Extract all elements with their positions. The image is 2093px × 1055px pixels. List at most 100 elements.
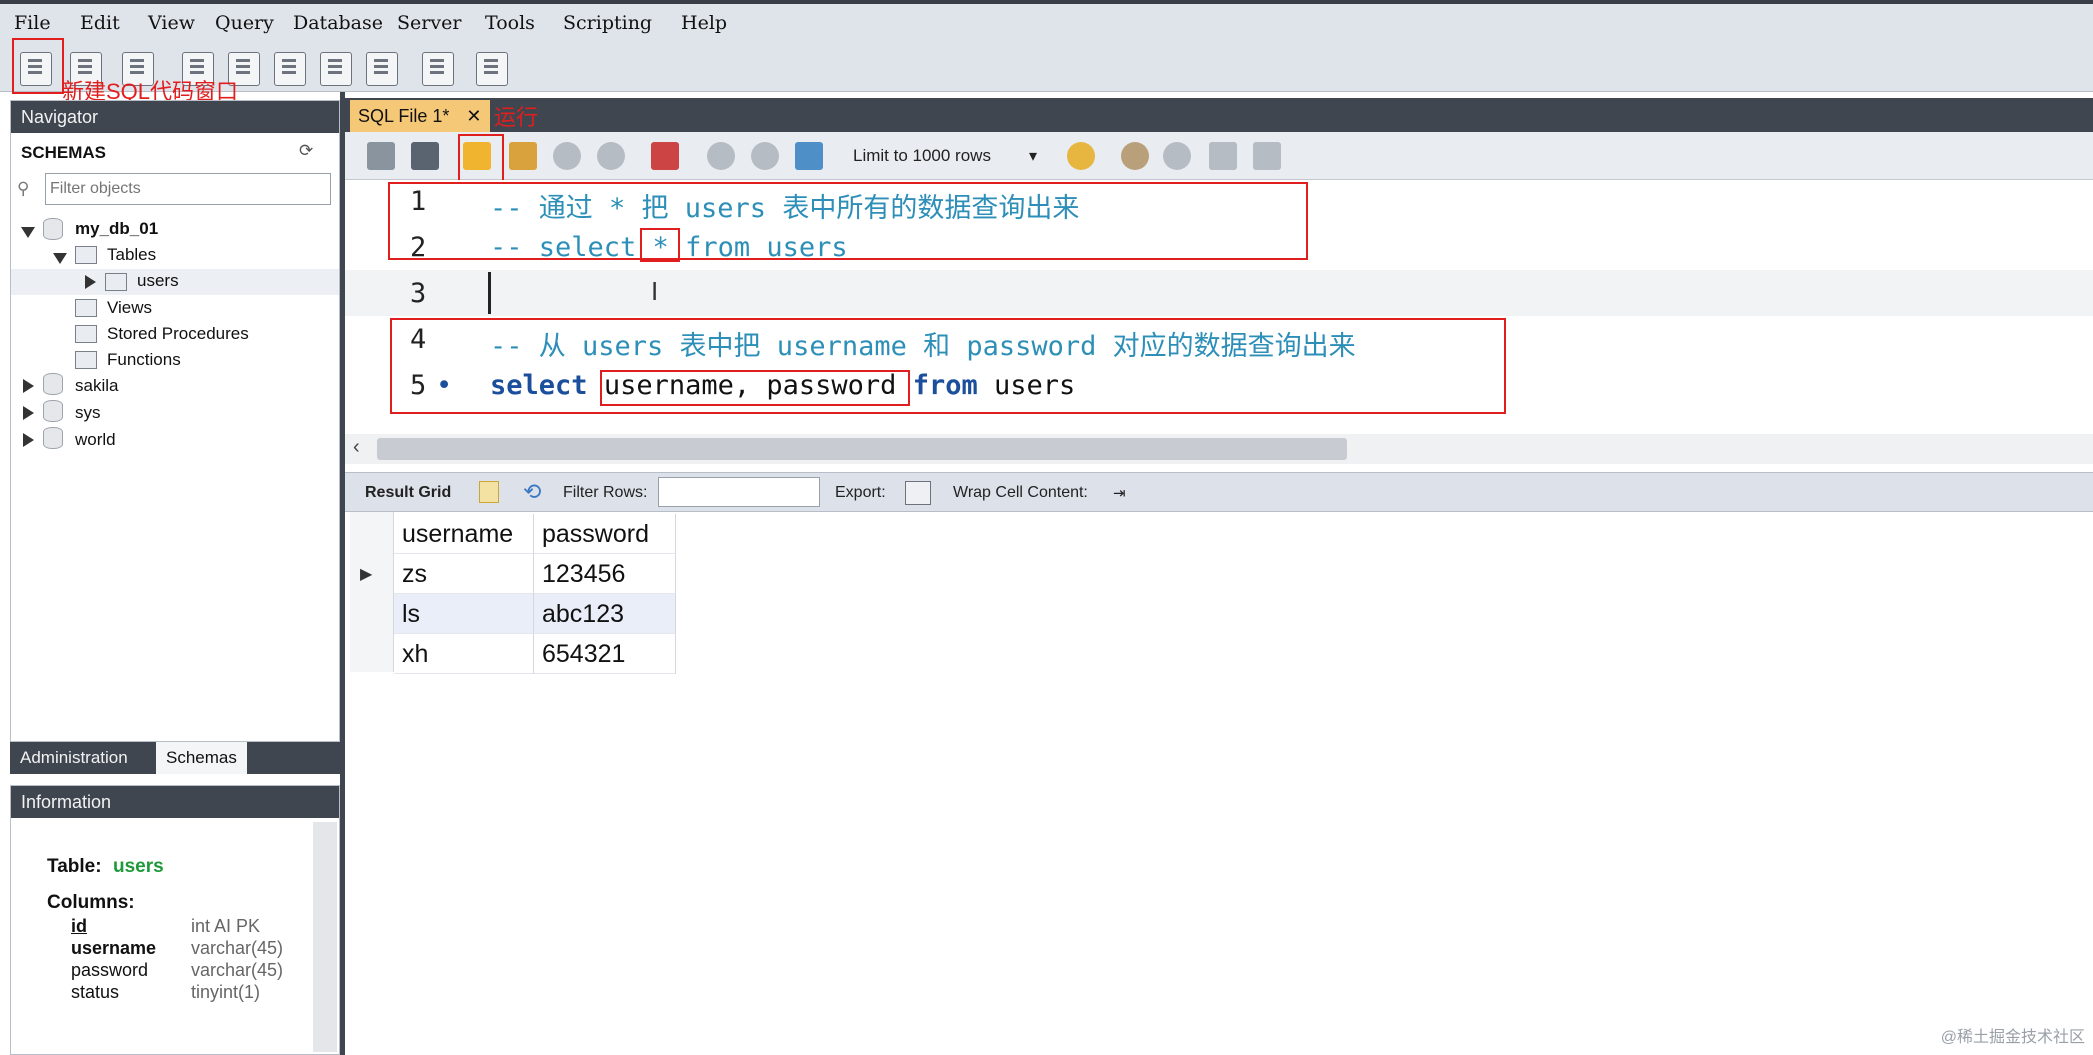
menu-tools[interactable]: Tools — [485, 12, 535, 34]
open-file-icon[interactable] — [367, 142, 395, 170]
schemas-label: SCHEMAS — [21, 143, 107, 162]
sql-file-tab-label: SQL File 1* — [358, 106, 450, 126]
schema-sakila[interactable]: sakila — [75, 376, 118, 396]
stored-procedures-node[interactable]: Stored Procedures — [107, 324, 249, 344]
save-icon[interactable] — [411, 142, 439, 170]
table-users-node[interactable]: users — [137, 271, 179, 291]
info-table-name: users — [113, 856, 164, 877]
close-tab-icon[interactable]: ✕ — [466, 106, 481, 126]
search-icon: ⚲ — [17, 179, 30, 198]
schema-sys[interactable]: sys — [75, 403, 101, 423]
database-icon — [43, 427, 63, 449]
export-label: Export: — [835, 484, 886, 501]
menu-database[interactable]: Database — [293, 12, 383, 34]
functions-node[interactable]: Functions — [107, 350, 181, 370]
cell-password[interactable]: abc123 — [534, 594, 676, 634]
text-cursor — [488, 272, 491, 314]
menu-bar: File Edit View Query Database Server Too… — [0, 0, 2093, 44]
database-icon — [43, 218, 63, 240]
expand-my-db-icon[interactable] — [21, 227, 35, 238]
database-icon — [43, 400, 63, 422]
scrollbar-thumb[interactable] — [377, 438, 1347, 460]
column-header-username[interactable]: username — [394, 514, 534, 554]
cell-password[interactable]: 123456 — [534, 554, 676, 594]
column-id: id — [71, 916, 87, 936]
create-procedure-icon[interactable] — [320, 52, 352, 86]
toggle-error-icon[interactable] — [651, 142, 679, 170]
word-wrap-icon[interactable] — [1253, 142, 1281, 170]
rollback-icon[interactable] — [751, 142, 779, 170]
chevron-down-icon[interactable]: ▾ — [1029, 146, 1037, 166]
scroll-left-icon[interactable]: ‹ — [353, 436, 360, 459]
navigator-panel: Navigator SCHEMAS ⟳ ⚲ my_db_01 Tables us… — [10, 100, 340, 742]
annotation-box-comment-1-2 — [388, 182, 1308, 260]
tab-administration[interactable]: Administration — [10, 742, 138, 774]
cell-password[interactable]: 654321 — [534, 634, 676, 674]
views-node[interactable]: Views — [107, 298, 152, 318]
create-function-icon[interactable] — [366, 52, 398, 86]
filter-rows-label: Filter Rows: — [563, 484, 648, 501]
refresh-filter-icon[interactable]: ⟲ — [523, 479, 541, 505]
autocommit-icon[interactable] — [795, 142, 823, 170]
menu-edit[interactable]: Edit — [80, 12, 120, 34]
refresh-icon[interactable]: ⟳ — [299, 141, 313, 161]
line-number: 3 — [410, 278, 427, 309]
current-row-icon: ▶ — [360, 566, 373, 583]
explain-icon[interactable] — [553, 142, 581, 170]
tables-node[interactable]: Tables — [107, 245, 156, 265]
beautify-icon[interactable] — [1121, 142, 1149, 170]
current-line-highlight — [345, 270, 2093, 316]
info-scrollbar[interactable] — [313, 822, 337, 1052]
information-panel: Information Table: users Columns: id int… — [10, 785, 340, 1055]
database-icon — [43, 373, 63, 395]
commit-icon[interactable] — [707, 142, 735, 170]
limit-rows-select[interactable]: Limit to 1000 rows — [853, 146, 991, 166]
execute-current-icon[interactable] — [509, 142, 537, 170]
add-snippet-star-icon[interactable] — [1067, 142, 1095, 170]
search-table-data-icon[interactable] — [422, 52, 454, 86]
menu-help[interactable]: Help — [681, 12, 727, 34]
annotation-box-columns — [600, 370, 910, 406]
column-username-type: varchar(45) — [191, 938, 284, 958]
panel-splitter[interactable] — [340, 92, 345, 1055]
cell-username[interactable]: ls — [394, 594, 534, 634]
stop-icon[interactable] — [597, 142, 625, 170]
cell-username[interactable]: zs — [394, 554, 534, 594]
tab-sql-file-1[interactable]: SQL File 1* ✕ — [350, 100, 490, 132]
find-icon[interactable] — [1163, 142, 1191, 170]
export-icon[interactable] — [905, 481, 931, 505]
menu-file[interactable]: File — [14, 12, 51, 34]
column-password: password — [71, 960, 149, 980]
views-folder-icon — [75, 299, 97, 317]
column-header-password[interactable]: password — [534, 514, 676, 554]
menu-view[interactable]: View — [148, 12, 195, 34]
tables-folder-icon — [75, 246, 97, 264]
table-icon — [105, 273, 127, 291]
expand-sakila-icon[interactable] — [23, 379, 34, 393]
functions-folder-icon — [75, 351, 97, 369]
menu-query[interactable]: Query — [215, 12, 274, 34]
tab-schemas[interactable]: Schemas — [156, 742, 247, 774]
annotation-box-star — [640, 228, 680, 262]
column-id-type: int AI PK — [191, 916, 261, 936]
information-header: Information — [11, 786, 339, 818]
result-toolbar: Result Grid ⟲ Filter Rows: Export: Wrap … — [345, 472, 2093, 512]
invisible-chars-icon[interactable] — [1209, 142, 1237, 170]
grid-view-icon[interactable] — [479, 481, 499, 503]
create-view-icon[interactable] — [274, 52, 306, 86]
cell-username[interactable]: xh — [394, 634, 534, 674]
wrap-toggle-icon[interactable]: ⇥ — [1113, 484, 1126, 502]
filter-rows-input[interactable] — [658, 477, 820, 507]
result-grid-label[interactable]: Result Grid — [365, 484, 451, 502]
schema-world[interactable]: world — [75, 430, 116, 450]
schema-my-db-01[interactable]: my_db_01 — [75, 219, 158, 239]
menu-scripting[interactable]: Scripting — [563, 12, 652, 34]
expand-world-icon[interactable] — [23, 433, 34, 447]
filter-objects-input[interactable] — [45, 173, 331, 205]
expand-sys-icon[interactable] — [23, 406, 34, 420]
menu-server[interactable]: Server — [397, 12, 461, 34]
expand-users-icon[interactable] — [85, 275, 96, 289]
expand-tables-icon[interactable] — [53, 253, 67, 264]
wrap-cell-label: Wrap Cell Content: — [953, 484, 1088, 501]
reconnect-icon[interactable] — [476, 52, 508, 86]
